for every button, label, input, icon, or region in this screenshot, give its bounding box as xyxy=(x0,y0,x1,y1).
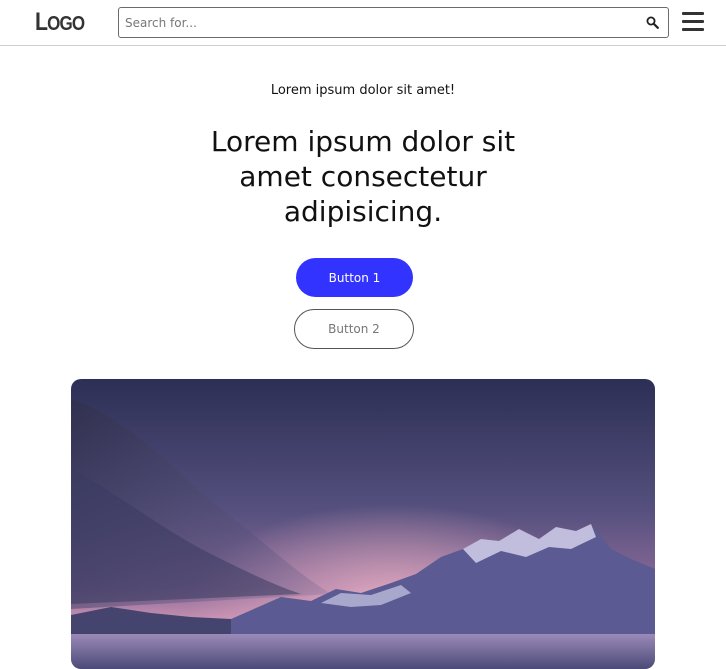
search-input[interactable] xyxy=(119,8,636,37)
logo[interactable]: LOGO xyxy=(35,8,85,37)
kicker-text: Lorem ipsum dolor sit amet! xyxy=(270,83,456,98)
header: LOGO xyxy=(0,0,726,46)
search-icon[interactable] xyxy=(636,8,668,37)
secondary-button[interactable]: Button 2 xyxy=(294,309,414,349)
primary-button[interactable]: Button 1 xyxy=(296,258,413,297)
hamburger-menu-icon[interactable] xyxy=(682,12,704,32)
search-bar xyxy=(118,7,669,38)
page-headline: Lorem ipsum dolor sit amet consectetur a… xyxy=(210,125,516,228)
hero-image xyxy=(71,379,655,669)
